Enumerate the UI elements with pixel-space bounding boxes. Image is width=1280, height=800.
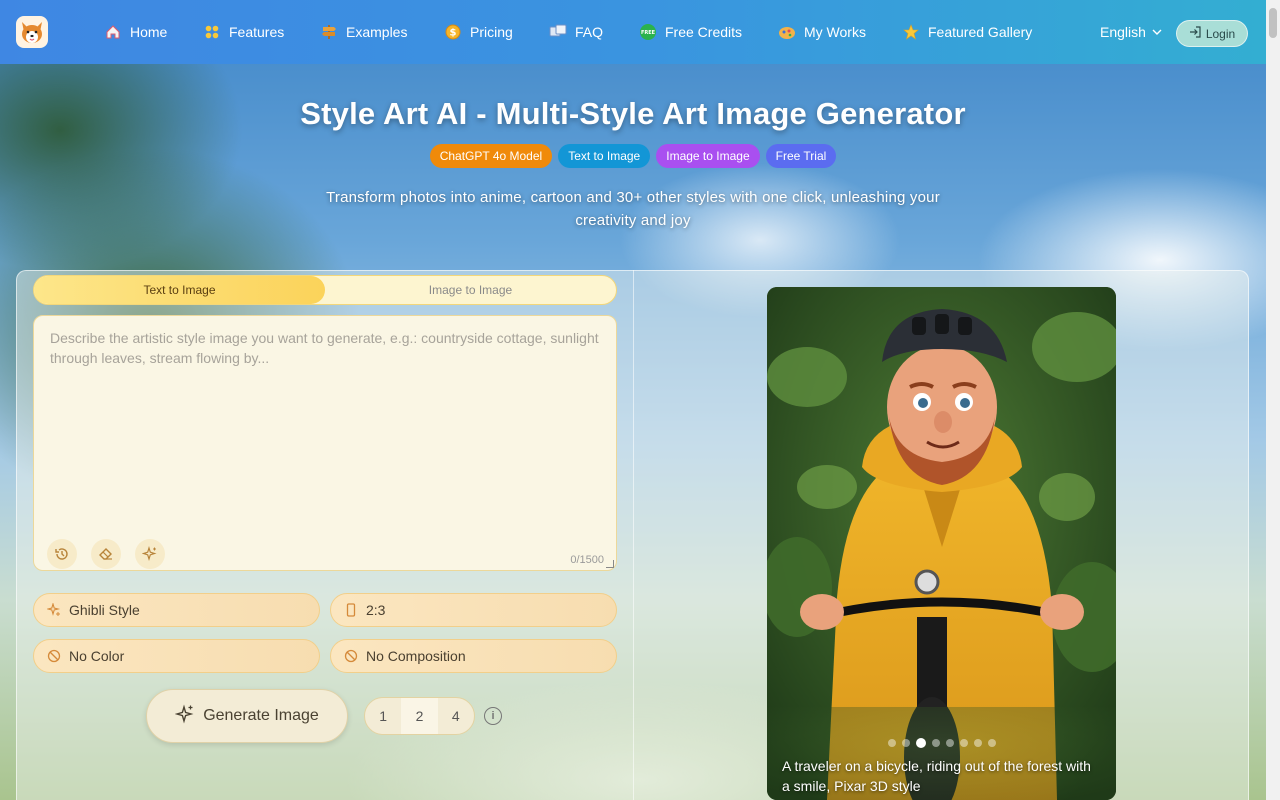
carousel-dot[interactable] — [987, 739, 996, 747]
page-scrollbar[interactable] — [1266, 0, 1280, 800]
home-icon — [104, 23, 122, 41]
count-option-1[interactable]: 1 — [365, 698, 401, 734]
nav-my-works-label: My Works — [804, 24, 866, 40]
panel-divider — [633, 270, 634, 800]
carousel-dot[interactable] — [887, 739, 896, 747]
nav-pricing[interactable]: $ Pricing — [444, 0, 513, 64]
sparkle-icon — [142, 546, 157, 562]
nav-features-label: Features — [229, 24, 285, 40]
count-option-4[interactable]: 4 — [438, 698, 474, 734]
nav-featured-gallery[interactable]: Featured Gallery — [902, 0, 1032, 64]
tab-text-to-image[interactable]: Text to Image — [34, 276, 325, 304]
aspect-ratio-value: 2:3 — [366, 602, 386, 618]
prompt-input[interactable] — [34, 316, 616, 536]
generate-image-label: Generate Image — [203, 707, 319, 724]
info-icon[interactable]: i — [484, 707, 502, 725]
carousel-dot[interactable] — [945, 739, 954, 747]
logo[interactable] — [16, 16, 48, 48]
clear-button[interactable] — [91, 539, 121, 569]
language-label: English — [1100, 24, 1146, 40]
nav-faq[interactable]: FAQ — [549, 0, 603, 64]
faq-icon — [549, 23, 567, 41]
signpost-icon — [320, 23, 338, 41]
nav-my-works[interactable]: My Works — [778, 0, 866, 64]
nav-featured-gallery-label: Featured Gallery — [928, 24, 1033, 40]
nav-examples-label: Examples — [346, 24, 408, 40]
no-symbol-icon — [344, 649, 358, 663]
nav-home-label: Home — [130, 24, 168, 40]
badge-image-to-image: Image to Image — [656, 144, 760, 168]
prompt-box: 0/1500 — [33, 315, 617, 571]
svg-text:$: $ — [450, 28, 457, 39]
star-icon — [902, 23, 920, 41]
portrait-ratio-icon — [344, 603, 358, 617]
info-glyph: i — [491, 710, 495, 722]
carousel-dot[interactable] — [901, 739, 910, 747]
badge-free-trial: Free Trial — [765, 144, 837, 168]
carousel-indicators — [767, 738, 1116, 748]
nav-examples[interactable]: Examples — [320, 0, 407, 64]
color-selector[interactable]: No Color — [33, 639, 320, 673]
chevron-down-icon — [1152, 24, 1162, 40]
page-title: Style Art AI - Multi-Style Art Image Gen… — [300, 96, 966, 131]
top-nav: Home Features Examples $ Pricing FAQ FRE… — [0, 0, 1266, 64]
corgi-logo-icon — [22, 22, 42, 43]
count-option-2[interactable]: 2 — [401, 698, 438, 734]
preview-caption: A traveler on a bicycle, riding out of t… — [782, 758, 1091, 794]
carousel-dot[interactable] — [959, 739, 968, 747]
nav-faq-label: FAQ — [575, 24, 604, 40]
generate-image-button[interactable]: Generate Image — [146, 689, 348, 743]
preview-image — [767, 287, 1116, 800]
carousel-dot[interactable] — [973, 739, 982, 747]
login-label: Login — [1205, 26, 1236, 41]
badge-text-to-image: Text to Image — [558, 144, 651, 168]
features-icon — [203, 23, 221, 41]
resize-grip[interactable] — [606, 560, 614, 568]
aspect-ratio-selector[interactable]: 2:3 — [330, 593, 617, 627]
sparkle-icon — [47, 603, 61, 617]
carousel-dot-active[interactable] — [915, 738, 926, 748]
composition-selector-value: No Composition — [366, 648, 466, 664]
char-counter: 0/1500 — [570, 554, 604, 566]
hero-subtitle: Transform photos into anime, cartoon and… — [326, 189, 940, 229]
nav-features[interactable]: Features — [203, 0, 284, 64]
no-symbol-icon — [47, 649, 61, 663]
nav-free-credits-label: Free Credits — [665, 24, 743, 40]
history-icon — [55, 548, 68, 560]
login-button[interactable]: Login — [1176, 20, 1248, 47]
free-badge-icon: FREE — [639, 23, 657, 41]
tab-image-to-image[interactable]: Image to Image — [325, 276, 616, 304]
sparkle-icon — [174, 704, 195, 729]
style-selector[interactable]: Ghibli Style — [33, 593, 320, 627]
nav-pricing-label: Pricing — [470, 24, 513, 40]
history-button[interactable] — [47, 539, 77, 569]
style-selector-value: Ghibli Style — [69, 602, 140, 618]
composition-selector[interactable]: No Composition — [330, 639, 617, 673]
language-selector[interactable]: English — [1100, 0, 1162, 64]
badge-chatgpt-model: ChatGPT 4o Model — [429, 144, 553, 168]
nav-home[interactable]: Home — [104, 0, 167, 64]
eraser-icon — [99, 548, 112, 560]
free-badge-text: FREE — [641, 30, 656, 36]
nav-free-credits[interactable]: FREE Free Credits — [639, 0, 742, 64]
preview-carousel[interactable]: A traveler on a bicycle, riding out of t… — [767, 287, 1116, 800]
color-selector-value: No Color — [69, 648, 125, 664]
image-count-selector: 1 2 4 — [364, 697, 475, 735]
coin-icon: $ — [444, 23, 462, 41]
scrollbar-thumb[interactable] — [1269, 8, 1277, 38]
carousel-dot[interactable] — [931, 739, 940, 747]
works-icon — [778, 23, 796, 41]
enhance-prompt-button[interactable] — [135, 539, 165, 569]
mode-tabs: Text to Image Image to Image — [33, 275, 617, 305]
login-icon — [1189, 26, 1201, 41]
hero-badges: ChatGPT 4o Model Text to Image Image to … — [0, 144, 1266, 168]
